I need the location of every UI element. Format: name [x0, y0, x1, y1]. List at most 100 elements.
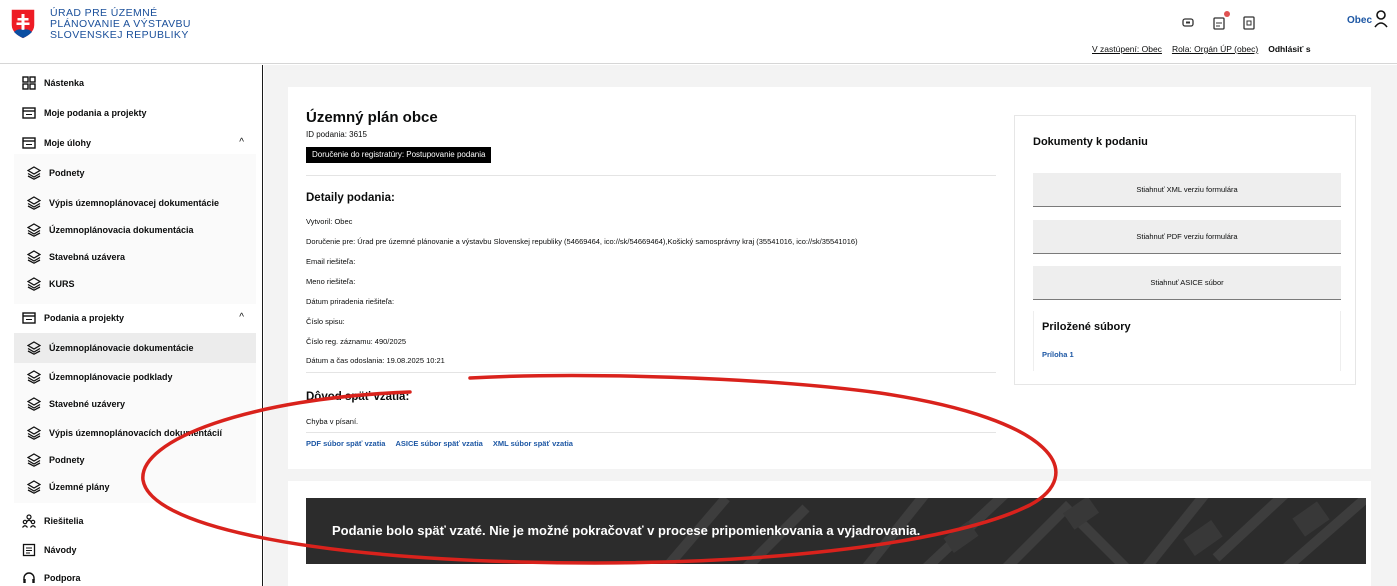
document-icon[interactable] [1241, 15, 1257, 31]
details-heading: Detaily podania: [306, 192, 395, 204]
layers-icon [27, 166, 41, 180]
role-link[interactable]: Rola: Orgán ÚP (obec) [1172, 44, 1258, 54]
sidebar-item-support[interactable]: Podpora [0, 563, 262, 586]
detail-delivered-to: Doručenie pre: Úrad pre územné plánovani… [306, 237, 858, 246]
attachment-link[interactable]: Príloha 1 [1042, 350, 1074, 359]
sidebar-item-podnety[interactable]: Podnety [0, 158, 262, 188]
logo-text: ÚRAD PRE ÚZEMNÉ PLÁNOVANIE A VÝSTAVBU SL… [50, 8, 191, 41]
sidebar-item-label: Nástenka [44, 78, 85, 88]
guide-icon [22, 543, 36, 557]
sidebar-item-upd-listing[interactable]: Výpis územnoplánovacej dokumentácie [0, 188, 262, 218]
detail-file-number: Číslo spisu: [306, 317, 345, 326]
sidebar-item-upd-plural[interactable]: Územnoplánovacie dokumentácie [14, 333, 256, 363]
layers-icon [27, 196, 41, 210]
sidebar-item-upd-listings[interactable]: Výpis územnoplánovacích dokumentácií [0, 418, 262, 448]
withdrawal-reason: Chyba v písaní. [306, 417, 359, 426]
download-pdf-button[interactable]: Stiahnuť PDF verziu formulára [1033, 220, 1341, 254]
detail-created-by: Vytvoril: Obec [306, 217, 353, 226]
detail-sent-datetime: Dátum a čas odoslania: 19.08.2025 10:21 [306, 356, 445, 365]
detail-solver-name: Meno riešiteľa: [306, 277, 356, 286]
sidebar: Nástenka Moje podania a projekty Moje úl… [0, 65, 263, 586]
sidebar-item-upd[interactable]: Územnoplánovacia dokumentácia [0, 215, 262, 245]
sidebar-item-label: Podnety [49, 455, 85, 465]
office-logo[interactable]: ÚRAD PRE ÚZEMNÉ PLÁNOVANIE A VÝSTAVBU SL… [10, 8, 191, 41]
dashboard-icon [22, 76, 36, 90]
sidebar-item-guides[interactable]: Návody [0, 535, 262, 565]
withdrawal-asice-link[interactable]: ASICE súbor späť vzatia [395, 439, 482, 448]
layers-icon [27, 370, 41, 384]
header-links: V zastúpení: Obec Rola: Orgán ÚP (obec) … [1092, 44, 1311, 54]
people-icon [22, 514, 36, 528]
sidebar-item-label: Územnoplánovacie dokumentácie [49, 343, 194, 353]
folder-icon [22, 107, 36, 119]
sidebar-item-label: Stavebné uzávery [49, 399, 126, 409]
layers-icon [27, 223, 41, 237]
documents-panel: Dokumenty k podaniu Stiahnuť XML verziu … [1014, 115, 1356, 385]
sidebar-item-label: Podania a projekty [44, 313, 125, 323]
sidebar-item-solvers[interactable]: Riešitelia [0, 506, 262, 536]
headset-icon [23, 572, 35, 583]
detail-registration-number: Číslo reg. záznamu: 490/2025 [306, 337, 407, 346]
coat-of-arms-icon [10, 8, 36, 40]
sidebar-item-label: Riešitelia [44, 516, 84, 526]
sidebar-item-label: Moje podania a projekty [44, 108, 147, 118]
withdrawal-pdf-link[interactable]: PDF súbor späť vzatia [306, 439, 385, 448]
chevron-up-icon[interactable]: ^ [239, 137, 244, 148]
sidebar-item-up-podklady[interactable]: Územnoplánovacie podklady [0, 362, 262, 392]
divider [306, 432, 996, 433]
withdrawal-files: PDF súbor späť vzatia ASICE súbor späť v… [306, 439, 573, 448]
main-content: Územný plán obce ID podania: 3615 Doruče… [264, 65, 1397, 586]
sidebar-item-dashboard[interactable]: Nástenka [0, 68, 262, 98]
chevron-up-icon[interactable]: ^ [239, 312, 244, 323]
layers-icon [27, 480, 41, 494]
representation-link[interactable]: V zastúpení: Obec [1092, 44, 1162, 54]
documents-heading: Dokumenty k podaniu [1033, 136, 1148, 148]
logout-button[interactable]: Odhlásiť s [1268, 44, 1310, 54]
sidebar-item-podnety-2[interactable]: Podnety [0, 445, 262, 475]
withdrawn-message: Podanie bolo späť vzaté. Nie je možné po… [332, 523, 921, 538]
withdrawn-banner: Podanie bolo späť vzaté. Nie je možné po… [306, 498, 1366, 564]
sidebar-item-kurs[interactable]: KURS [0, 269, 262, 299]
user-icon[interactable] [1374, 10, 1388, 33]
top-header: ÚRAD PRE ÚZEMNÉ PLÁNOVANIE A VÝSTAVBU SL… [0, 0, 1397, 64]
folder-icon [22, 312, 36, 324]
sidebar-item-label: Územnoplánovacie podklady [49, 372, 173, 382]
submission-card: Územný plán obce ID podania: 3615 Doruče… [288, 87, 1371, 469]
sidebar-item-territorial-plans[interactable]: Územné plány [0, 472, 262, 502]
user-name[interactable]: Obec [1347, 15, 1372, 26]
header-icons [1181, 11, 1257, 31]
notification-dot [1224, 11, 1230, 17]
sidebar-item-label: Výpis územnoplánovacej dokumentácie [49, 198, 220, 208]
sidebar-item-my-submissions[interactable]: Moje podania a projekty [0, 98, 262, 128]
divider [306, 175, 996, 176]
sidebar-item-building-closure[interactable]: Stavebná uzávera [0, 242, 262, 272]
attachments-box: Priložené súbory Príloha 1 [1033, 311, 1341, 371]
layers-icon [27, 277, 41, 291]
attachments-heading: Priložené súbory [1042, 321, 1131, 333]
sidebar-item-label: Podpora [44, 573, 81, 583]
sidebar-item-my-tasks[interactable]: Moje úlohy ^ [0, 128, 262, 158]
notification-icon[interactable] [1211, 11, 1230, 31]
divider [306, 372, 996, 373]
download-asice-button[interactable]: Stiahnuť ASICE súbor [1033, 266, 1341, 300]
detail-assignment-date: Dátum priradenia riešiteľa: [306, 297, 395, 306]
page-title: Územný plán obce [306, 109, 438, 126]
folder-icon [22, 137, 36, 149]
withdrawal-heading: Dôvod späť vzatia: [306, 391, 410, 403]
sidebar-item-label: Územné plány [49, 482, 110, 492]
sidebar-item-submissions-projects[interactable]: Podania a projekty ^ [0, 303, 262, 333]
sidebar-item-building-closures[interactable]: Stavebné uzávery [0, 389, 262, 419]
withdrawal-xml-link[interactable]: XML súbor späť vzatia [493, 439, 573, 448]
detail-solver-email: Email riešiteľa: [306, 257, 356, 266]
download-xml-button[interactable]: Stiahnuť XML verziu formulára [1033, 173, 1341, 207]
sidebar-item-label: KURS [49, 279, 75, 289]
layers-icon [27, 426, 41, 440]
banner-card: Podanie bolo späť vzaté. Nie je možné po… [288, 481, 1371, 586]
logo-line: SLOVENSKEJ REPUBLIKY [50, 29, 189, 41]
sidebar-item-label: Územnoplánovacia dokumentácia [49, 225, 194, 235]
status-badge: Doručenie do registratúry: Postupovanie … [306, 147, 492, 163]
sidebar-item-label: Výpis územnoplánovacích dokumentácií [49, 428, 223, 438]
sidebar-item-label: Moje úlohy [44, 138, 91, 148]
chat-icon[interactable] [1181, 15, 1197, 31]
layers-icon [27, 341, 41, 355]
